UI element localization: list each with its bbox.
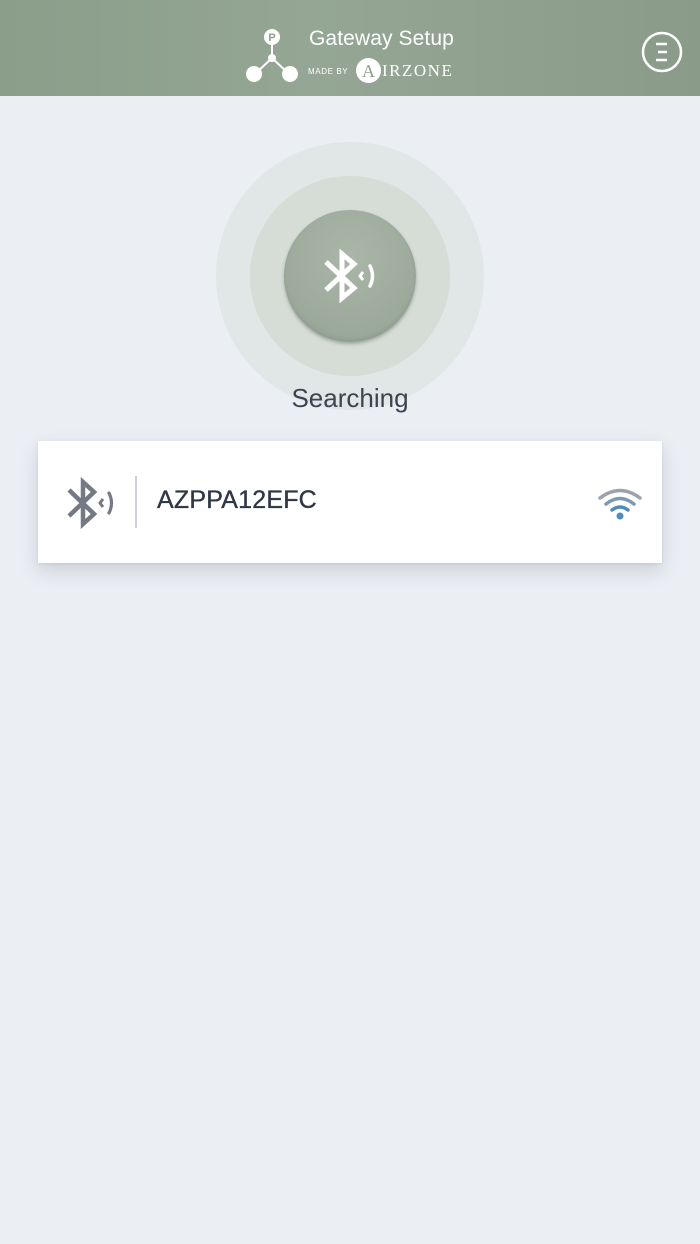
gateway-logo-icon: P — [246, 29, 298, 82]
device-divider — [135, 476, 137, 528]
device-list-item[interactable]: AZPPA12EFC — [38, 441, 662, 563]
wifi-signal-icon — [598, 488, 642, 520]
menu-button[interactable] — [641, 31, 683, 73]
bluetooth-signal-icon — [67, 476, 114, 530]
brand-name: IRZONE — [382, 61, 454, 80]
brand-logo-icon: A — [356, 58, 381, 83]
made-by-label: MADE BY — [308, 67, 349, 76]
device-name: AZPPA12EFC — [157, 486, 317, 514]
search-status-label: Searching — [291, 383, 409, 413]
bluetooth-searching-icon — [324, 248, 375, 304]
menu-circle-icon — [641, 31, 683, 73]
logo-letter: P — [268, 32, 275, 44]
brand-letter: A — [362, 61, 375, 81]
app-title: Gateway Setup — [309, 27, 454, 50]
app-header: P Gateway Setup MADE BY A IRZONE — [0, 0, 700, 96]
